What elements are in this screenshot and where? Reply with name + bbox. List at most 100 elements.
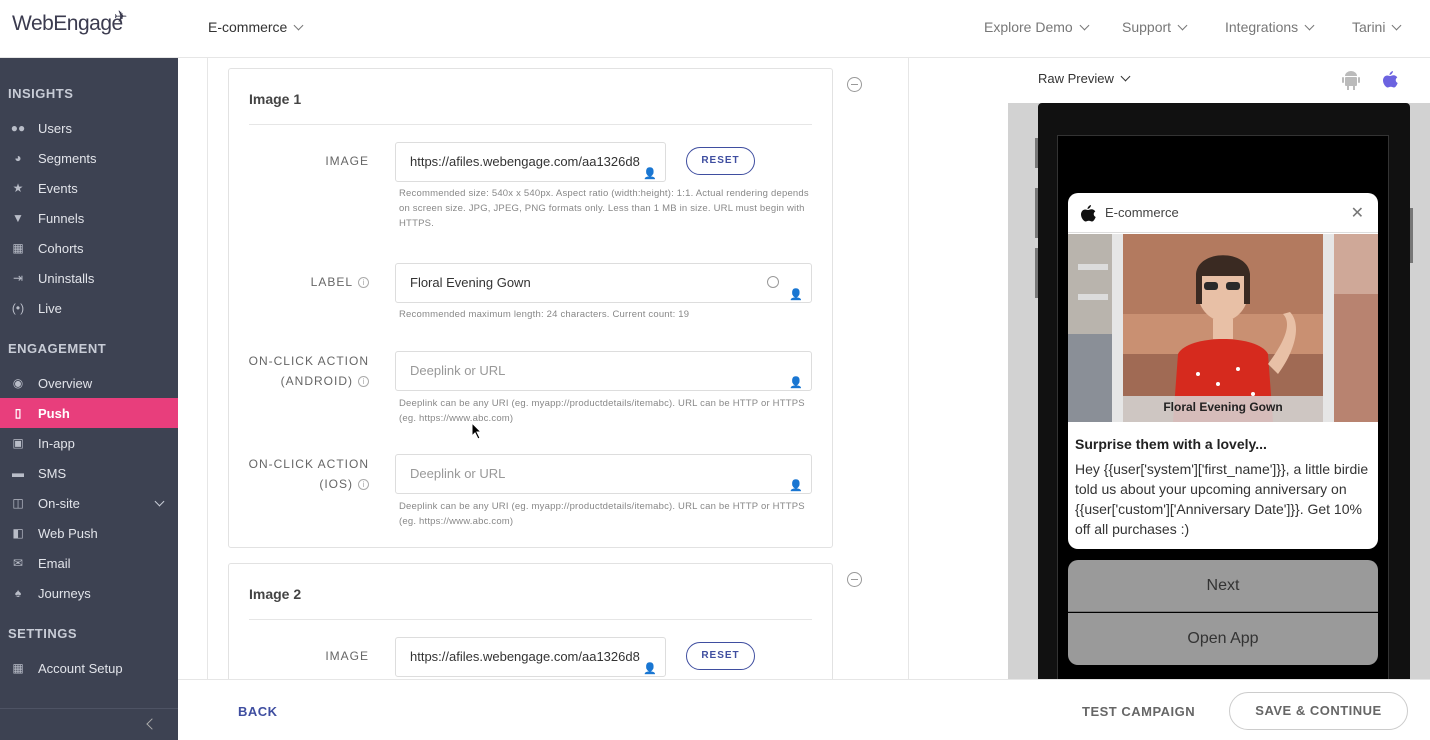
ios-action-label: ON-CLICK ACTION (IOS) i [248, 457, 369, 491]
back-button[interactable]: BACK [238, 704, 278, 719]
bird-icon: ✈ [114, 9, 127, 26]
sidebar-item-in-app[interactable]: ▣ In-app [0, 428, 178, 458]
chevron-down-icon [1177, 20, 1188, 31]
top-bar: WebEngage ✈ E-commerce Explore Demo Suppo… [0, 0, 1430, 58]
apple-icon[interactable] [1381, 70, 1399, 90]
remove-image-1-icon[interactable] [847, 77, 862, 92]
phone-icon: ▯ [14, 406, 22, 420]
android-icon[interactable] [1342, 71, 1360, 91]
rocket-icon: ♠ [14, 586, 22, 600]
sidebar-item-segments[interactable]: ◕ Segments [0, 143, 178, 173]
image-card-2: Image 2 IMAGE https://afiles.webengage.c… [228, 563, 833, 679]
image-url-input[interactable]: https://afiles.webengage.com/aa1326d8 👤 [395, 637, 666, 677]
sidebar-item-on-site[interactable]: ◫ On-site [0, 488, 178, 518]
funnel-icon: ▼ [12, 211, 24, 225]
image-field-label: IMAGE [325, 154, 369, 168]
ios-deeplink-input[interactable]: Deeplink or URL 👤 [395, 454, 812, 494]
carousel-caption: Floral Evening Gown [1163, 400, 1283, 414]
carousel-editor: Image 1 IMAGE https://afiles.webengage.c… [178, 58, 1008, 679]
close-icon[interactable]: ✕ [1351, 203, 1364, 223]
sidebar-item-events[interactable]: ★ Events [0, 173, 178, 203]
sidebar-item-email[interactable]: ✉ Email [0, 548, 178, 578]
browser-icon: ◫ [12, 496, 24, 510]
label-field-label: LABEL i [229, 272, 369, 292]
person-icon[interactable]: 👤 [789, 467, 803, 493]
ios-help-text: Deeplink can be any URI (eg. myapp://pro… [399, 501, 805, 527]
person-icon[interactable]: 👤 [643, 155, 657, 181]
sidebar: INSIGHTS ●● Users ◕ Segments ★ Events ▼ Funn… [0, 58, 178, 740]
sidebar-item-sms[interactable]: ▬ SMS [0, 458, 178, 488]
footer-bar: BACK TEST CAMPAIGN SAVE & CONTINUE [178, 679, 1430, 740]
android-action-label: ON-CLICK ACTION (ANDROID) i [248, 354, 369, 388]
sidebar-item-live[interactable]: (•) Live [0, 293, 178, 323]
chevron-down-icon [1392, 20, 1402, 31]
carousel-image[interactable]: Floral Evening Gown [1068, 234, 1378, 422]
apps-icon: ▦ [12, 661, 24, 675]
person-icon[interactable]: 👤 [643, 650, 657, 676]
reset-button[interactable]: RESET [686, 147, 755, 175]
sidebar-item-web-push[interactable]: ◧ Web Push [0, 518, 178, 548]
explore-demo-menu[interactable]: Explore Demo [984, 19, 1090, 35]
sidebar-item-overview[interactable]: ◉ Overview [0, 368, 178, 398]
chat-icon: ▬ [12, 466, 24, 480]
emoji-icon[interactable] [767, 276, 779, 288]
image-card-1: Image 1 IMAGE https://afiles.webengage.c… [228, 68, 833, 548]
sidebar-item-journeys[interactable]: ♠ Journeys [0, 578, 178, 608]
section-engagement: ENGAGEMENT [8, 341, 107, 356]
sidebar-item-uninstalls[interactable]: ⇥ Uninstalls [0, 263, 178, 293]
webpush-icon: ◧ [12, 526, 24, 540]
open-app-action-button[interactable]: Open App [1068, 613, 1378, 665]
star-icon: ★ [12, 181, 24, 195]
next-action-button[interactable]: Next [1068, 560, 1378, 612]
app-name: E-commerce [1105, 205, 1179, 220]
card-title: Image 1 [249, 91, 302, 107]
info-icon[interactable]: i [358, 479, 369, 490]
chevron-down-icon [293, 20, 304, 31]
pie-icon: ◕ [14, 151, 22, 165]
info-icon[interactable]: i [358, 277, 369, 288]
chevron-left-icon [146, 718, 158, 730]
image-url-input[interactable]: https://afiles.webengage.com/aa1326d8 👤 [395, 142, 666, 182]
user-menu[interactable]: Tarini [1352, 19, 1402, 35]
chevron-down-icon[interactable] [154, 496, 165, 507]
sidebar-item-funnels[interactable]: ▼ Funnels [0, 203, 178, 233]
info-icon[interactable]: i [358, 376, 369, 387]
support-menu[interactable]: Support [1122, 19, 1188, 35]
grid-icon: ▦ [12, 241, 24, 255]
inapp-icon: ▣ [12, 436, 24, 450]
eye-icon: ◉ [12, 376, 24, 390]
remove-image-2-icon[interactable] [847, 572, 862, 587]
preview-mode-dropdown[interactable]: Raw Preview [1038, 71, 1131, 86]
sidebar-item-cohorts[interactable]: ▦ Cohorts [0, 233, 178, 263]
section-insights: INSIGHTS [8, 86, 74, 101]
section-settings: SETTINGS [8, 626, 78, 641]
webengage-logo[interactable]: WebEngage ✈ [12, 9, 127, 36]
card-title: Image 2 [249, 586, 302, 602]
android-deeplink-input[interactable]: Deeplink or URL 👤 [395, 351, 812, 391]
chevron-down-icon [1120, 71, 1131, 82]
label-help-text: Recommended maximum length: 24 character… [399, 309, 690, 320]
integrations-menu[interactable]: Integrations [1225, 19, 1315, 35]
person-icon[interactable]: 👤 [789, 276, 803, 302]
chevron-down-icon [1079, 20, 1090, 31]
broadcast-icon: (•) [11, 301, 25, 315]
users-icon: ●● [10, 121, 26, 135]
chevron-down-icon [1304, 20, 1315, 31]
apple-icon [1081, 205, 1096, 222]
test-campaign-button[interactable]: TEST CAMPAIGN [1082, 704, 1195, 719]
image-field-label: IMAGE [325, 649, 369, 663]
person-icon[interactable]: 👤 [789, 364, 803, 390]
notification-body: Hey {{user['system']['first_name']}}, a … [1075, 461, 1369, 537]
notification-title: Surprise them with a lovely... [1075, 436, 1267, 452]
save-continue-button[interactable]: SAVE & CONTINUE [1229, 692, 1408, 730]
reset-button[interactable]: RESET [686, 642, 755, 670]
image-help-text: Recommended size: 540x x 540px. Aspect r… [399, 188, 809, 229]
mail-icon: ✉ [12, 556, 24, 570]
sidebar-item-account-setup[interactable]: ▦ Account Setup [0, 653, 178, 683]
project-selector[interactable]: E-commerce [208, 19, 304, 35]
sidebar-item-push[interactable]: ▯ Push [0, 398, 178, 428]
collapse-sidebar-button[interactable] [0, 708, 178, 740]
sidebar-item-users[interactable]: ●● Users [0, 113, 178, 143]
label-input[interactable]: Floral Evening Gown 👤 [395, 263, 812, 303]
push-notification-preview: E-commerce ✕ Floral Evening Gown Surpris… [1068, 193, 1378, 549]
